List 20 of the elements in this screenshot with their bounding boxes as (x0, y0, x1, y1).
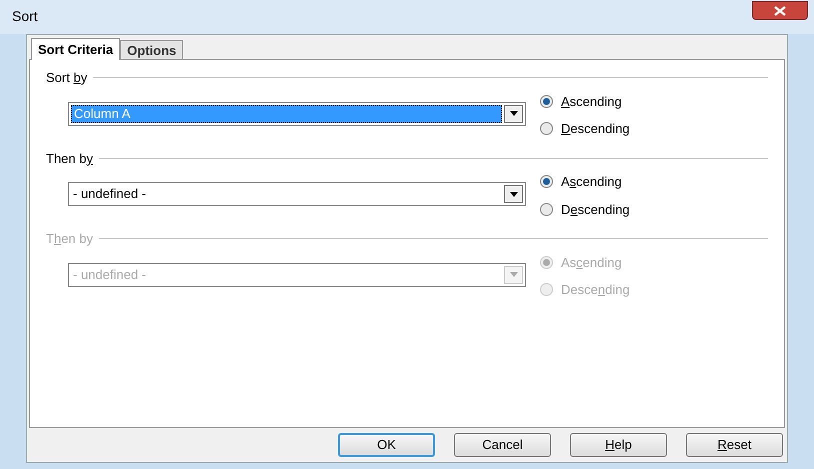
tab[interactable]: Options (120, 40, 184, 59)
radio-option[interactable]: Descending (540, 200, 630, 219)
radio-option[interactable]: Ascending (540, 92, 630, 111)
group-label: Then by (46, 230, 93, 248)
close-icon (773, 6, 787, 16)
dialog-button[interactable]: Reset (686, 433, 783, 457)
window-title: Sort (12, 7, 38, 26)
radio-option[interactable]: Ascending (540, 172, 630, 192)
dropdown[interactable]: - undefined - (68, 182, 526, 206)
radio-option[interactable]: Descending (540, 119, 630, 138)
caret-icon (504, 104, 523, 122)
close-button[interactable] (752, 1, 808, 20)
group-label: Sort by (46, 69, 88, 87)
dialog-button[interactable]: OK (338, 433, 435, 457)
group-label: Then by (46, 150, 93, 168)
caret-icon (504, 266, 523, 284)
dialog-button[interactable]: Help (570, 433, 667, 457)
tab[interactable]: Sort Criteria (31, 38, 120, 60)
dialog-button[interactable]: Cancel (454, 433, 551, 457)
caret-icon (504, 185, 523, 203)
